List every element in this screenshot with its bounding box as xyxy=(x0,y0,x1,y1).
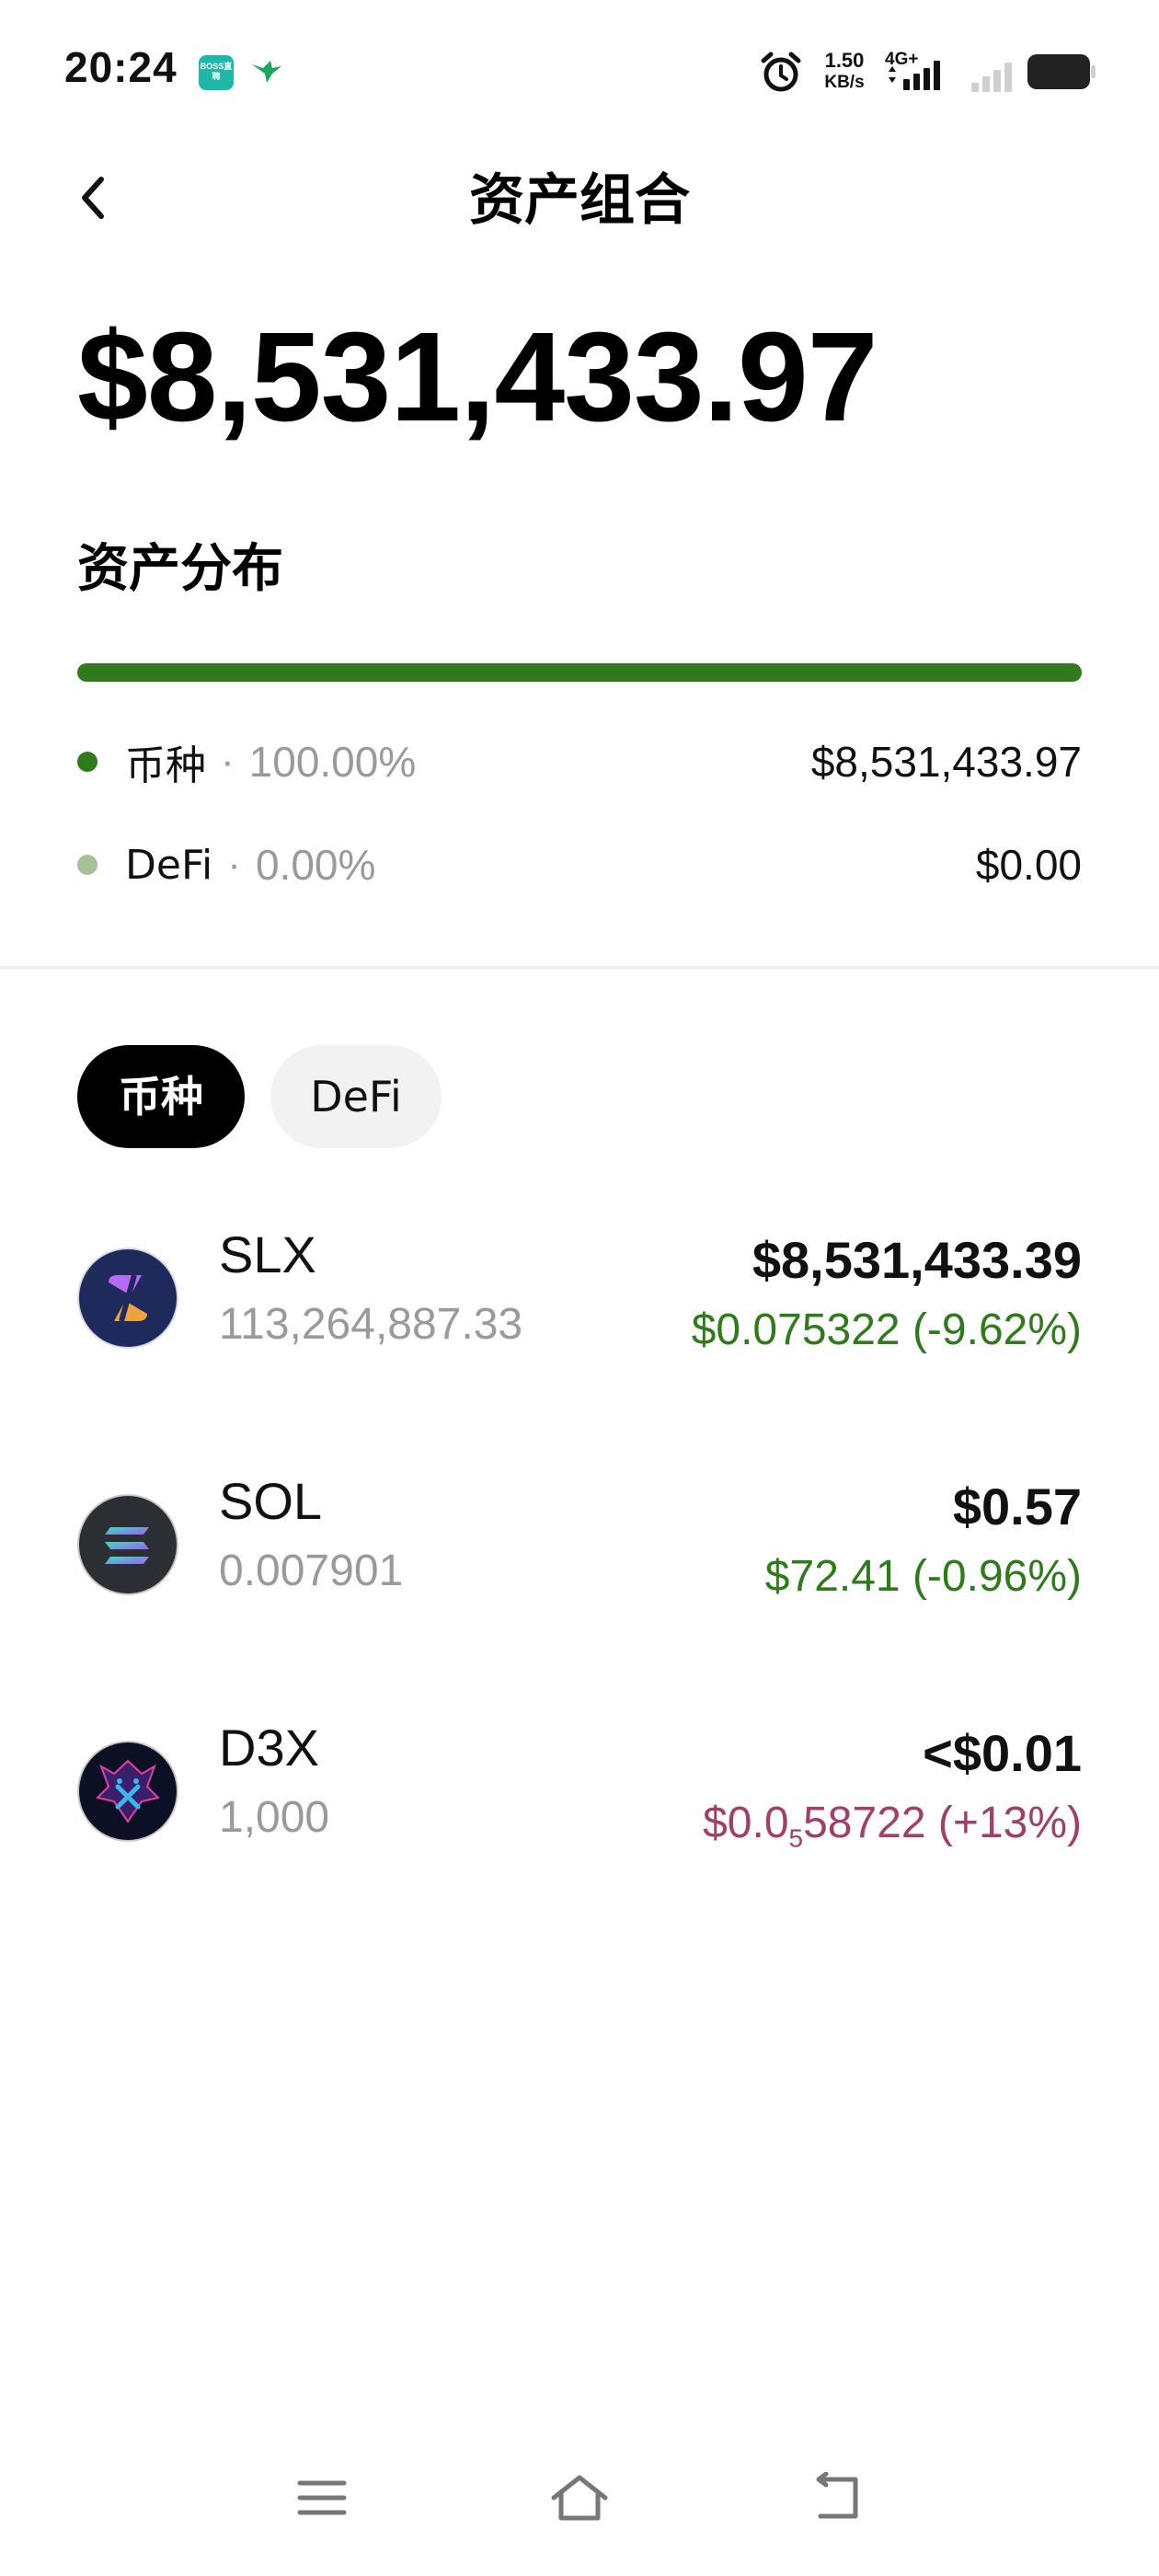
network-speed-value: 1.50 xyxy=(824,49,865,72)
status-bar: 20:24 BOSS直聘 1.50 KB/s 4G+ xyxy=(0,0,1159,138)
battery-icon xyxy=(1027,54,1096,89)
solana-token-icon xyxy=(77,1494,178,1595)
distribution-percent: 0.00% xyxy=(255,841,376,889)
price-zero-count: 5 xyxy=(788,1823,804,1853)
recent-apps-button[interactable] xyxy=(285,2466,359,2530)
asset-price-change: $0.0558722 (+13%) xyxy=(703,1796,1082,1867)
status-time: 20:24 xyxy=(64,43,178,91)
asset-row-sol[interactable]: SOL 0.007901 $0.57 $72.41 (-0.96%) xyxy=(77,1470,1082,1627)
distribution-value: $0.00 xyxy=(975,841,1082,889)
separator-dot: · xyxy=(221,739,235,784)
asset-value: <$0.01 xyxy=(923,1724,1082,1782)
asset-price-change: $0.075322 (-9.62%) xyxy=(691,1305,1082,1354)
signal-4g-icon: 4G+ xyxy=(885,50,940,90)
asset-symbol: SLX xyxy=(219,1225,316,1283)
distribution-value: $8,531,433.97 xyxy=(810,738,1082,786)
asset-value: $8,531,433.39 xyxy=(752,1231,1082,1289)
price-prefix: $0.0 xyxy=(703,1799,789,1847)
asset-price-change: $72.41 (-0.96%) xyxy=(764,1552,1082,1601)
network-type-label: 4G+ xyxy=(885,50,918,69)
boss-app-label: BOSS直聘 xyxy=(200,62,233,81)
home-button[interactable] xyxy=(543,2466,616,2530)
distribution-row-defi: DeFi · 0.00% $0.00 xyxy=(77,832,1082,898)
network-speed: 1.50 KB/s xyxy=(817,50,872,94)
alarm-icon xyxy=(761,52,801,92)
home-icon xyxy=(551,2475,608,2521)
legend-dot-defi xyxy=(77,855,98,875)
distribution-percent: 100.00% xyxy=(248,738,417,786)
distribution-bar-fill xyxy=(77,663,1082,682)
asset-symbol: SOL xyxy=(219,1472,323,1530)
asset-symbol: D3X xyxy=(219,1719,319,1777)
separator-dot: · xyxy=(227,842,241,887)
distribution-label: 币种 xyxy=(125,742,206,789)
d3x-token-icon xyxy=(77,1741,178,1842)
distribution-title: 资产分布 xyxy=(77,539,283,599)
signal-secondary-icon xyxy=(971,63,1012,92)
network-speed-unit: KB/s xyxy=(824,73,865,92)
tab-defi[interactable]: DeFi xyxy=(270,1045,442,1148)
bird-notification-icon xyxy=(252,61,281,83)
back-arrow-icon xyxy=(816,2472,858,2519)
asset-amount: 1,000 xyxy=(219,1793,330,1842)
system-nav-bar xyxy=(0,2466,1159,2558)
asset-value: $0.57 xyxy=(952,1478,1082,1535)
asset-row-slx[interactable]: SLX 113,264,887.33 $8,531,433.39 $0.0753… xyxy=(77,1224,1082,1380)
back-nav-button[interactable] xyxy=(800,2466,874,2530)
section-divider xyxy=(0,966,1159,969)
asset-row-d3x[interactable]: D3X 1,000 <$0.01 $0.0558722 (+13%) xyxy=(77,1717,1082,1873)
distribution-bar xyxy=(77,663,1082,682)
tab-coins[interactable]: 币种 xyxy=(77,1045,245,1148)
distribution-row-coin: 币种 · 100.00% $8,531,433.97 xyxy=(77,729,1082,795)
legend-dot-coin xyxy=(77,752,98,772)
page-title: 资产组合 xyxy=(469,168,690,233)
distribution-label: DeFi xyxy=(125,841,213,889)
boss-app-icon: BOSS直聘 xyxy=(199,55,234,90)
slx-token-icon xyxy=(77,1248,178,1349)
portfolio-total-value: $8,531,433.97 xyxy=(77,306,878,448)
menu-icon xyxy=(297,2480,347,2515)
asset-amount: 113,264,887.33 xyxy=(219,1300,523,1349)
price-suffix: 58722 (+13%) xyxy=(803,1799,1082,1847)
asset-amount: 0.007901 xyxy=(219,1547,404,1595)
